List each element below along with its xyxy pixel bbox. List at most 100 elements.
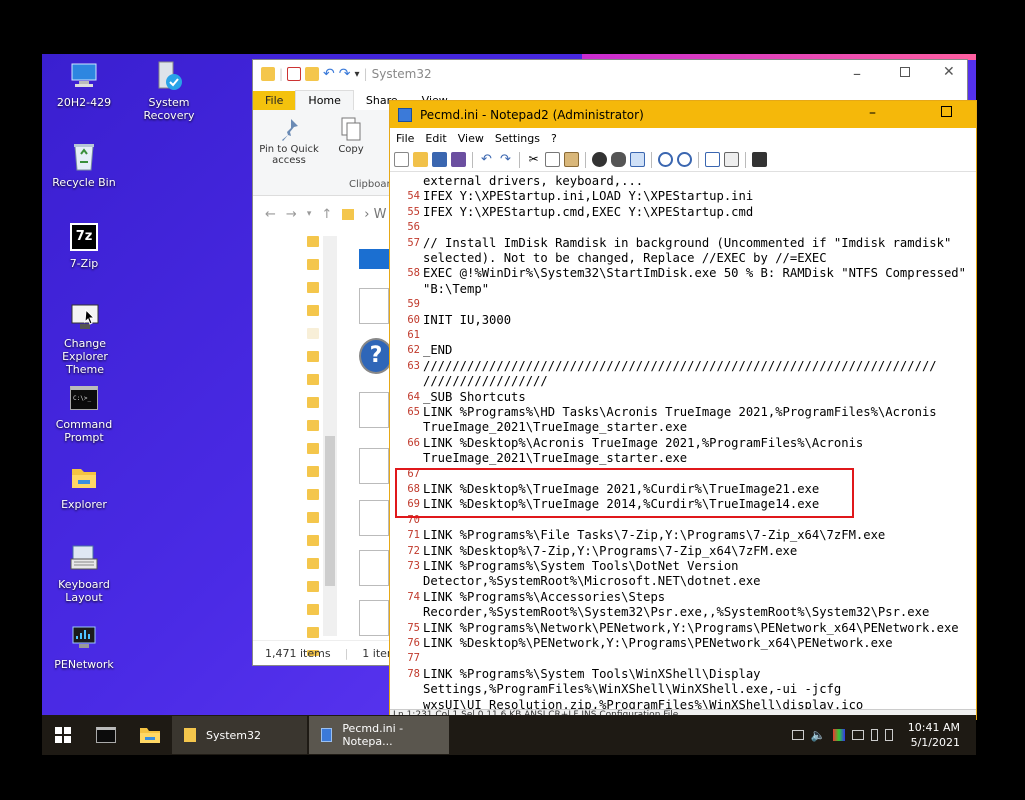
menu-settings[interactable]: Settings: [495, 132, 540, 145]
zoom-in-icon[interactable]: [658, 152, 673, 167]
settings-file-icon[interactable]: [359, 500, 389, 536]
code-line[interactable]: "B:\Temp": [423, 282, 489, 296]
navigation-pane[interactable]: [253, 236, 323, 656]
desktop-icon-computer[interactable]: 20H2-429: [42, 60, 126, 109]
folder-icon[interactable]: [307, 282, 319, 293]
maximize-button[interactable]: [941, 106, 952, 117]
folder-icon[interactable]: [307, 351, 319, 362]
usb-icon[interactable]: [870, 729, 878, 741]
folder-icon[interactable]: [307, 512, 319, 523]
tab-file[interactable]: File: [253, 91, 296, 110]
desktop-icon-recycle-bin[interactable]: Recycle Bin: [42, 140, 126, 189]
scrollbar-thumb[interactable]: [325, 436, 335, 586]
code-line[interactable]: wxsUI\UI_Resolution.zip,%ProgramFiles%\W…: [423, 698, 863, 709]
desktop-icon-command-prompt[interactable]: C:\>_ Command Prompt: [42, 382, 126, 444]
taskbar-app-notepad[interactable]: Pecmd.ini - Notepa...: [309, 716, 449, 754]
undo-icon[interactable]: ↶: [323, 66, 335, 82]
code-line[interactable]: IFEX Y:\XPEStartup.cmd,EXEC Y:\XPEStartu…: [423, 205, 753, 219]
code-line[interactable]: Recorder,%SystemRoot%\System32\Psr.exe,,…: [423, 605, 929, 619]
code-line[interactable]: LINK %Desktop%\PENetwork,Y:\Programs\PEN…: [423, 636, 893, 650]
folder-icon[interactable]: [307, 627, 319, 638]
desktop-icon-change-explorer-theme[interactable]: Change Explorer Theme: [42, 301, 128, 376]
code-line[interactable]: _END: [423, 343, 452, 357]
back-icon[interactable]: ←: [265, 207, 276, 222]
recent-dropdown-icon[interactable]: ▾: [307, 209, 312, 219]
find-icon[interactable]: [592, 152, 607, 167]
text-file-icon[interactable]: [359, 392, 389, 428]
folder-icon[interactable]: [307, 328, 319, 339]
code-line[interactable]: LINK %Programs%\Accessories\Steps: [423, 590, 665, 604]
code-line[interactable]: LINK %Desktop%\7-Zip,Y:\Programs\7-Zip_x…: [423, 544, 797, 558]
folder-icon[interactable]: [307, 581, 319, 592]
taskbar-app-system32[interactable]: System32: [172, 716, 307, 754]
save-as-icon[interactable]: [451, 152, 466, 167]
cut-icon[interactable]: ✂: [526, 152, 541, 167]
display-icon[interactable]: [851, 730, 864, 740]
network-icon[interactable]: [791, 730, 804, 740]
code-line[interactable]: /////////////////: [423, 374, 548, 388]
desktop-icon-7zip[interactable]: 7z 7-Zip: [42, 221, 126, 270]
breadcrumb[interactable]: › W: [364, 207, 386, 222]
code-line[interactable]: Detector,%SystemRoot%\Microsoft.NET\dotn…: [423, 574, 761, 588]
code-line[interactable]: Settings,%ProgramFiles%\WinXShell\WinXSh…: [423, 682, 841, 696]
notepad-window[interactable]: Pecmd.ini - Notepad2 (Administrator) – F…: [389, 100, 977, 720]
color-icon[interactable]: [832, 729, 845, 741]
pin-quick-access-button[interactable]: Pin to Quick access: [253, 116, 325, 195]
eject-icon[interactable]: [884, 729, 893, 741]
menu-help[interactable]: ?: [551, 132, 557, 145]
chevron-down-icon[interactable]: ▾: [355, 69, 360, 80]
folder-icon[interactable]: [307, 466, 319, 477]
folder-icon[interactable]: [307, 443, 319, 454]
help-icon[interactable]: ?: [359, 338, 393, 374]
redo-icon[interactable]: ↷: [339, 66, 351, 82]
word-wrap-icon[interactable]: [630, 152, 645, 167]
code-line[interactable]: LINK %Programs%\System Tools\DotNet Vers…: [423, 559, 739, 573]
customize-icon[interactable]: [724, 152, 739, 167]
volume-icon[interactable]: 🔈: [811, 728, 826, 742]
replace-icon[interactable]: [611, 152, 626, 167]
zoom-out-icon[interactable]: [677, 152, 692, 167]
desktop-icon-system-recovery[interactable]: System Recovery: [126, 60, 212, 122]
folder-icon[interactable]: [307, 489, 319, 500]
code-line[interactable]: TrueImage_2021\TrueImage_starter.exe: [423, 420, 687, 434]
forward-icon[interactable]: →: [286, 207, 297, 222]
properties-icon[interactable]: [287, 67, 302, 81]
folder-icon[interactable]: [307, 604, 319, 615]
desktop-icon-explorer[interactable]: Explorer: [42, 462, 126, 511]
settings-file-icon[interactable]: [359, 448, 389, 484]
code-line[interactable]: selected). Not to be changed, Replace //…: [423, 251, 827, 265]
redo-icon[interactable]: ↷: [498, 152, 513, 167]
folder-icon[interactable]: [307, 305, 319, 316]
undo-icon[interactable]: ↶: [479, 152, 494, 167]
minimize-button[interactable]: –: [869, 105, 876, 121]
folder-icon[interactable]: [307, 374, 319, 385]
desktop-icon-keyboard-layout[interactable]: Keyboard Layout: [42, 542, 126, 604]
code-line[interactable]: LINK %Programs%\System Tools\WinXShell\D…: [423, 667, 761, 681]
start-button[interactable]: [42, 715, 84, 755]
code-line[interactable]: INIT IU,3000: [423, 313, 511, 327]
code-line[interactable]: LINK %Programs%\HD Tasks\Acronis TrueIma…: [423, 405, 937, 419]
folder-icon[interactable]: [307, 397, 319, 408]
menu-view[interactable]: View: [458, 132, 484, 145]
tab-home[interactable]: Home: [295, 90, 354, 110]
code-line[interactable]: ////////////////////////////////////////…: [423, 359, 937, 373]
folder-icon[interactable]: [307, 236, 319, 247]
code-line[interactable]: EXEC @!%WinDir%\System32\StartImDisk.exe…: [423, 266, 966, 280]
copy-icon[interactable]: [545, 152, 560, 167]
explorer-taskbar-button[interactable]: [128, 715, 172, 755]
code-line[interactable]: LINK %Programs%\File Tasks\7-Zip,Y:\Prog…: [423, 528, 885, 542]
code-line[interactable]: // Install ImDisk Ramdisk in background …: [423, 236, 951, 250]
folder-icon[interactable]: [307, 535, 319, 546]
code-line[interactable]: LINK %Desktop%\Acronis TrueImage 2021,%P…: [423, 436, 863, 450]
folder-icon[interactable]: [307, 259, 319, 270]
minimize-button[interactable]: –: [853, 64, 861, 83]
text-editor[interactable]: external drivers, keyboard,... 54 IFEX Y:\…: [390, 172, 976, 709]
maximize-button[interactable]: [900, 67, 910, 77]
code-line[interactable]: external drivers, keyboard,...: [423, 174, 643, 188]
open-folder-icon[interactable]: [413, 152, 428, 167]
close-button[interactable]: ✕: [943, 64, 955, 80]
new-folder-icon[interactable]: [305, 67, 320, 81]
menu-file[interactable]: File: [396, 132, 414, 145]
code-line[interactable]: _SUB Shortcuts: [423, 390, 526, 404]
exit-icon[interactable]: [752, 152, 767, 167]
